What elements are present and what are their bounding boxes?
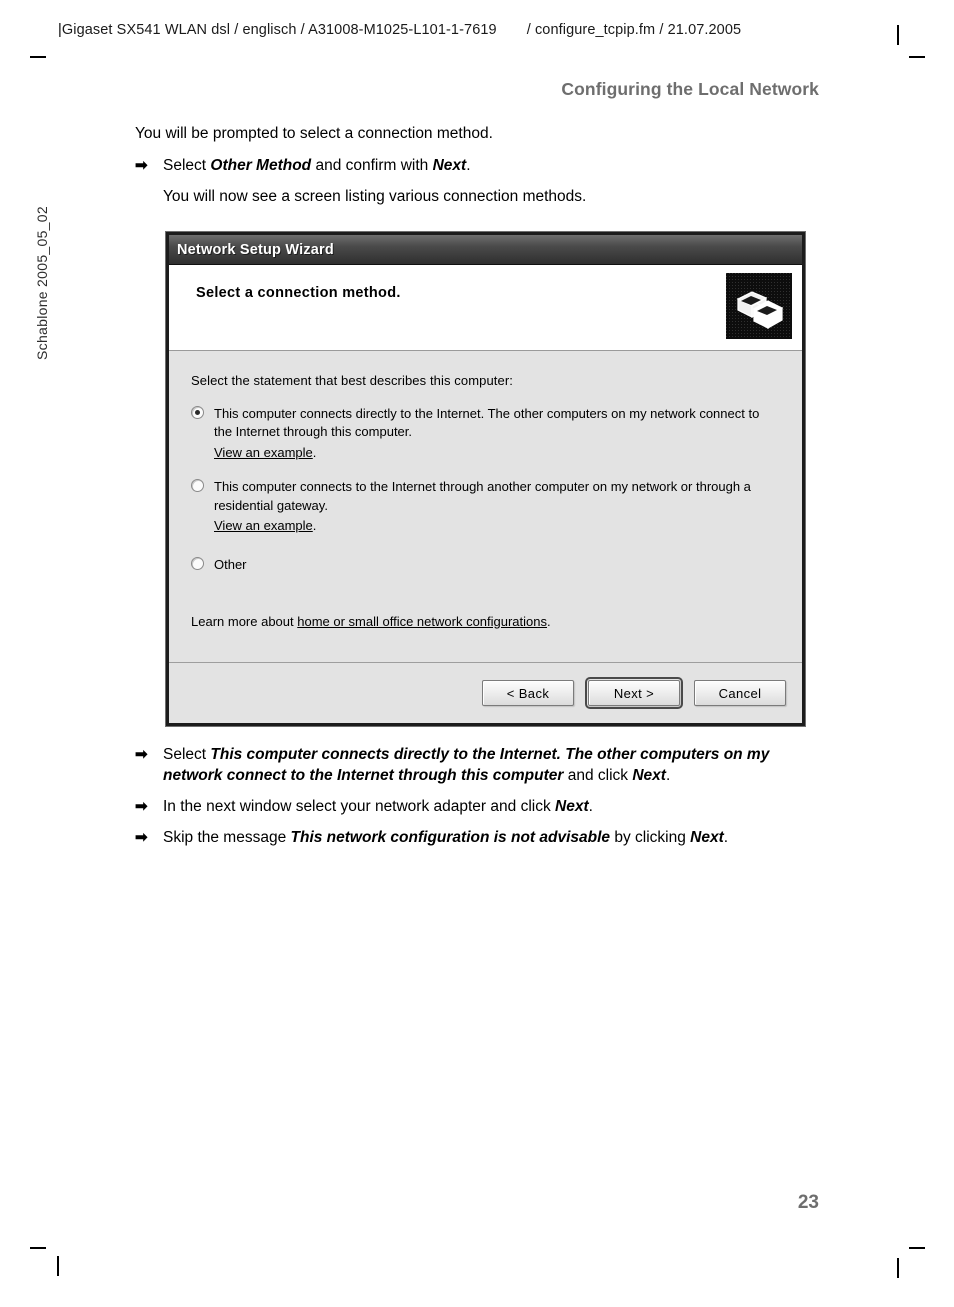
step4-middle: by clicking bbox=[610, 828, 691, 846]
crop-mark-top-right bbox=[909, 56, 925, 58]
radio-label-through-another: This computer connects to the Internet t… bbox=[214, 479, 751, 513]
print-header-file-ref: / configure_tcpip.fm / 21.07.2005 bbox=[526, 22, 742, 38]
crop-mark-top-left bbox=[30, 56, 46, 58]
crop-mark-bottom-right-v bbox=[897, 1258, 899, 1278]
view-example-link-2[interactable]: View an example bbox=[214, 517, 313, 535]
crop-mark-top-left-v bbox=[57, 1256, 59, 1276]
step2-suffix: . bbox=[665, 766, 671, 784]
arrow-bullet-icon: ➡ bbox=[135, 157, 148, 175]
step-bold-next: Next bbox=[432, 157, 467, 175]
dialog-body: Select the statement that best describes… bbox=[169, 351, 802, 663]
step4-bold-next: Next bbox=[690, 828, 724, 846]
arrow-bullet-icon: ➡ bbox=[135, 746, 148, 763]
step4-suffix: . bbox=[723, 828, 729, 846]
print-header: |Gigaset SX541 WLAN dsl / englisch / A31… bbox=[58, 22, 741, 38]
radio-option-through-another[interactable]: This computer connects to the Internet t… bbox=[191, 478, 780, 535]
dialog-header: Select a connection method. bbox=[169, 265, 802, 351]
intro-line: You will be prompted to select a connect… bbox=[135, 125, 493, 142]
view-example-period-2: . bbox=[312, 518, 317, 534]
step4-bold-message: This network configuration is not advisa… bbox=[290, 828, 611, 846]
crop-mark-bottom-right bbox=[909, 1247, 925, 1249]
step4-prefix: Skip the message bbox=[163, 828, 291, 846]
step2-middle: and click bbox=[563, 766, 633, 784]
next-button[interactable]: Next > bbox=[585, 677, 683, 709]
radio-label-direct: This computer connects directly to the I… bbox=[214, 406, 760, 440]
step2-bold-option: This computer connects directly to the I… bbox=[163, 746, 770, 784]
radio-label-other: Other bbox=[214, 556, 247, 572]
back-button[interactable]: < Back bbox=[482, 680, 574, 706]
step-note: You will now see a screen listing variou… bbox=[163, 188, 587, 206]
step-suffix: . bbox=[466, 157, 471, 175]
template-marker: Schablone 2005_05_02 bbox=[34, 206, 50, 360]
arrow-bullet-icon: ➡ bbox=[135, 828, 148, 846]
step-select-other-method: ➡ Select Other Method and confirm with Ne… bbox=[135, 156, 825, 177]
page-number: 23 bbox=[797, 1192, 819, 1213]
learn-more-line: Learn more about home or small office ne… bbox=[191, 612, 551, 629]
radio-icon-through-another[interactable] bbox=[191, 479, 204, 493]
dialog-prompt: Select the statement that best describes… bbox=[191, 373, 513, 388]
cancel-button[interactable]: Cancel bbox=[694, 680, 786, 706]
radio-option-direct[interactable]: This computer connects directly to the I… bbox=[191, 405, 780, 462]
dialog-footer: < Back Next > Cancel bbox=[169, 663, 802, 723]
page-content-after: ➡ Select This computer connects directly … bbox=[135, 745, 825, 859]
step-select-network-adapter: ➡ In the next window select your network … bbox=[135, 797, 825, 818]
step-prefix: Select bbox=[163, 157, 211, 175]
print-header-doc-ref: Gigaset SX541 WLAN dsl / englisch / A310… bbox=[61, 22, 497, 38]
learn-more-prefix: Learn more about bbox=[191, 614, 298, 629]
step-skip-message: ➡ Skip the message This network configura… bbox=[135, 828, 825, 849]
crop-mark-top-right-v bbox=[897, 25, 899, 45]
view-example-period-1: . bbox=[312, 444, 317, 460]
step2-prefix: Select bbox=[163, 746, 211, 763]
step2-bold-next: Next bbox=[632, 766, 666, 784]
dialog-title: Network Setup Wizard bbox=[177, 241, 334, 258]
view-example-link-1[interactable]: View an example bbox=[214, 444, 313, 462]
crop-mark-bottom-left bbox=[30, 1247, 46, 1249]
learn-more-link[interactable]: home or small office network configurati… bbox=[297, 614, 547, 629]
step-middle: and confirm with bbox=[311, 157, 433, 175]
step3-suffix: . bbox=[588, 797, 593, 815]
arrow-bullet-icon: ➡ bbox=[135, 797, 148, 815]
learn-more-suffix: . bbox=[547, 614, 551, 629]
step3-bold-next: Next bbox=[555, 797, 589, 815]
dialog-header-title: Select a connection method. bbox=[196, 285, 401, 301]
network-setup-wizard-dialog: Network Setup Wizard Select a connection… bbox=[166, 232, 805, 726]
radio-icon-other[interactable] bbox=[191, 556, 204, 570]
step-bold-other-method: Other Method bbox=[210, 157, 312, 175]
radio-icon-direct[interactable] bbox=[191, 406, 204, 419]
step-select-direct-connection: ➡ Select This computer connects directly … bbox=[135, 745, 825, 787]
radio-option-other[interactable]: Other bbox=[191, 556, 780, 574]
step3-prefix: In the next window select your network a… bbox=[163, 797, 556, 815]
page-content: You will be prompted to select a connect… bbox=[135, 124, 825, 220]
two-networked-computers-icon bbox=[726, 273, 792, 339]
section-title: Configuring the Local Network bbox=[561, 79, 819, 99]
dialog-titlebar[interactable]: Network Setup Wizard bbox=[169, 235, 802, 265]
